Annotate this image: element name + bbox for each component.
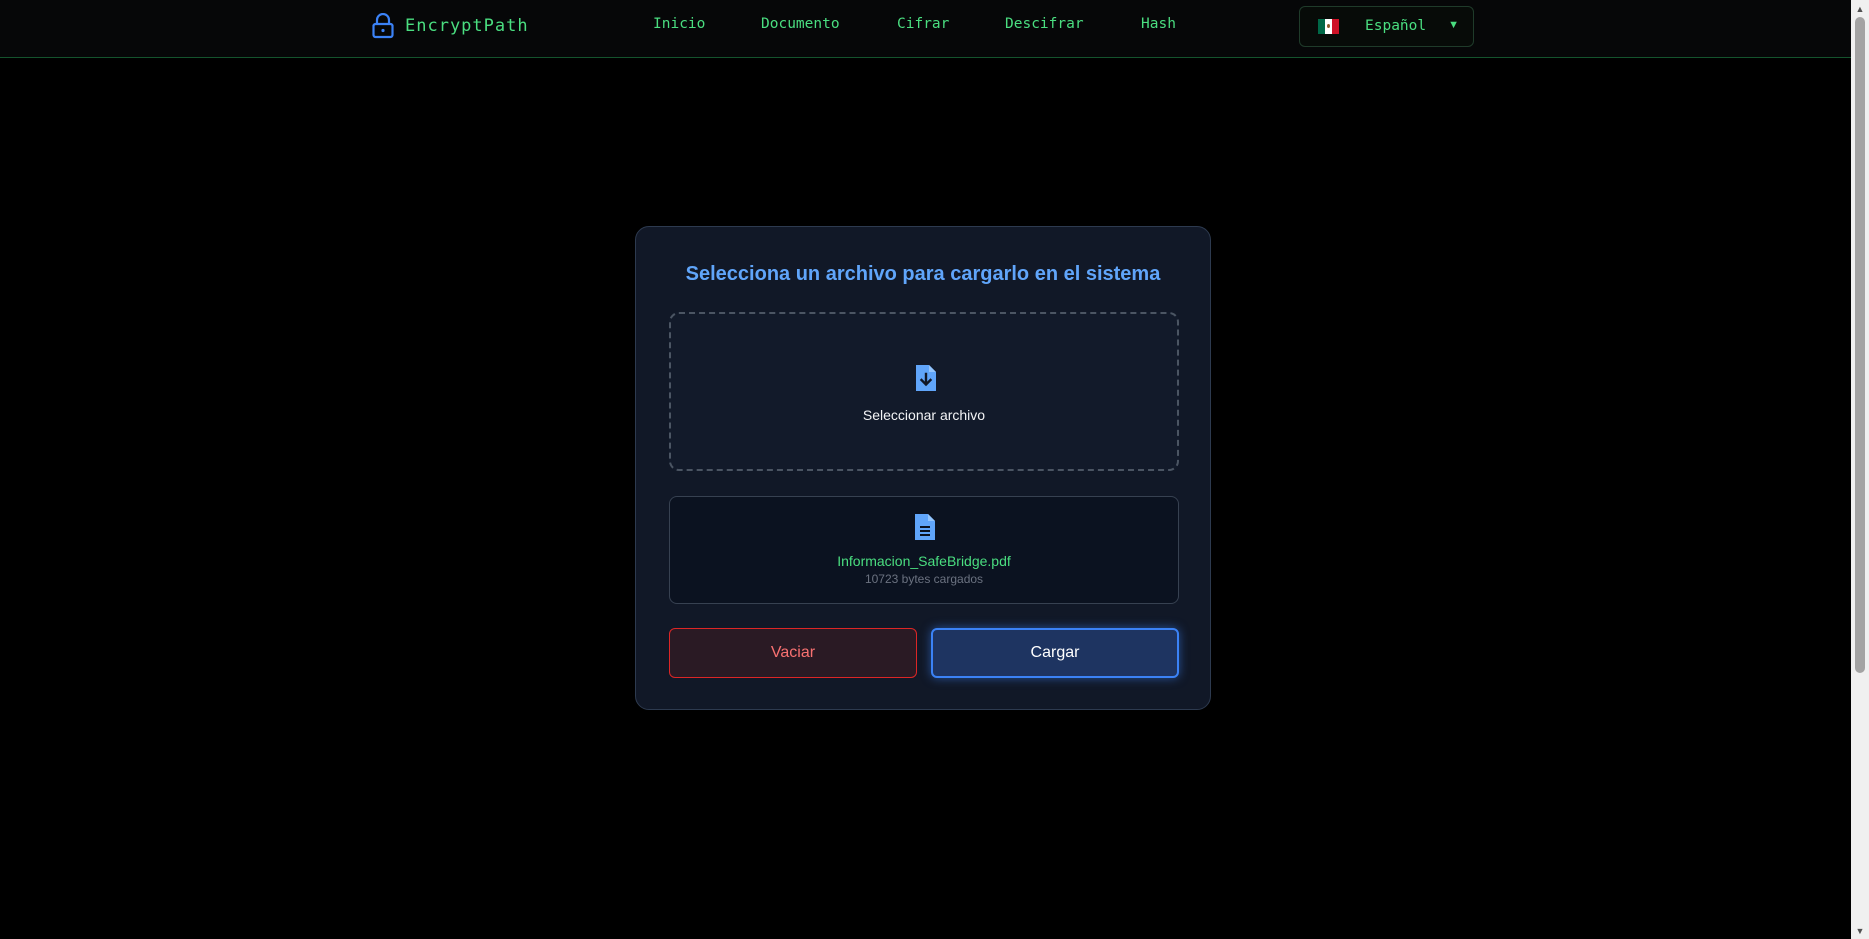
file-size: 10723 bytes cargados (864, 572, 984, 586)
scrollbar-thumb[interactable] (1855, 17, 1865, 673)
file-download-icon (916, 365, 936, 391)
nav-link-cifrar[interactable]: Cifrar (897, 16, 949, 32)
clear-button[interactable]: Vaciar (669, 628, 917, 678)
brand-name: EncryptPath (405, 16, 529, 36)
file-text-icon (915, 514, 935, 540)
file-dropzone[interactable]: Seleccionar archivo (669, 312, 1179, 471)
dropzone-label: Seleccionar archivo (862, 407, 986, 423)
nav-link-hash[interactable]: Hash (1141, 16, 1176, 32)
language-label: Español (1365, 18, 1427, 34)
nav-link-descifrar[interactable]: Descifrar (1005, 16, 1084, 32)
chevron-down-icon: ▼ (1448, 19, 1459, 31)
upload-card: Selecciona un archivo para cargarlo en e… (635, 226, 1211, 710)
upload-title: Selecciona un archivo para cargarlo en e… (685, 263, 1161, 285)
top-navbar: EncryptPath Inicio Documento Cifrar Desc… (0, 0, 1851, 58)
page-scrollbar[interactable]: ▲ ▼ (1851, 0, 1869, 939)
scroll-up-arrow-icon[interactable]: ▲ (1851, 0, 1869, 17)
upload-button[interactable]: Cargar (931, 628, 1179, 678)
nav-link-documento[interactable]: Documento (761, 16, 840, 32)
scroll-down-arrow-icon[interactable]: ▼ (1851, 922, 1869, 939)
lock-icon (372, 13, 394, 39)
brand-logo-link[interactable]: EncryptPath (371, 12, 529, 40)
selected-file-panel: Informacion_SafeBridge.pdf 10723 bytes c… (669, 496, 1179, 604)
file-name: Informacion_SafeBridge.pdf (837, 553, 1011, 569)
mexico-flag-icon (1318, 19, 1339, 34)
language-select[interactable]: Español ▼ (1299, 6, 1474, 47)
nav-link-inicio[interactable]: Inicio (653, 16, 705, 32)
